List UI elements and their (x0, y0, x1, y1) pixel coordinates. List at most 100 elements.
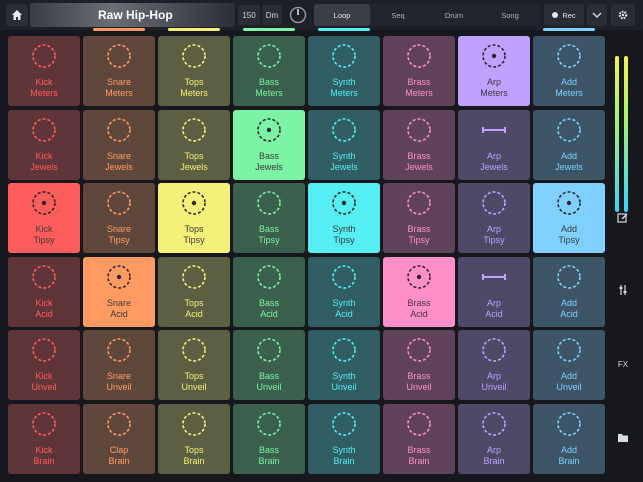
pad-bass-jewels[interactable]: Bass Jewels (233, 109, 305, 180)
pad-tops-meters[interactable]: Tops Meters (158, 36, 230, 106)
pad-kick-meters[interactable]: Kick Meters (8, 36, 80, 106)
settings-button[interactable] (611, 4, 635, 26)
pad-add-meters[interactable]: Add Meters (533, 36, 605, 106)
pad-snare-tipsy[interactable]: Snare Tipsy (83, 183, 155, 253)
tab-loop[interactable]: Loop (314, 4, 370, 26)
pad-kick-brain[interactable]: Kick Brain (8, 403, 80, 474)
pad-ring-icon (257, 338, 281, 362)
pad-add-acid[interactable]: Add Acid (533, 256, 605, 327)
pad-tops-acid[interactable]: Tops Acid (158, 256, 230, 327)
pad-snare-jewels[interactable]: Snare Jewels (83, 109, 155, 180)
pad-snare-brain[interactable]: Clap Brain (83, 403, 155, 474)
pad-instrument-label: Brass (407, 224, 431, 234)
pad-tops-jewels[interactable]: Tops Jewels (158, 109, 230, 180)
pad-tops-unveil[interactable]: Tops Unveil (158, 330, 230, 400)
pad-add-unveil[interactable]: Add Unveil (533, 330, 605, 400)
pad-synth-acid[interactable]: Synth Acid (308, 256, 380, 327)
pad-loop-label: Acid (335, 308, 353, 319)
pad-tops-brain[interactable]: Tops Brain (158, 403, 230, 474)
pad-ring-icon (257, 264, 281, 289)
pad-instrument-label: Add (560, 444, 577, 455)
home-button[interactable] (6, 4, 28, 26)
pad-bass-tipsy[interactable]: Bass Tipsy (233, 183, 305, 253)
pad-loop-label: Jewels (180, 161, 208, 172)
pad-ring-icon (107, 338, 131, 362)
pad-arp-meters[interactable]: Arp Meters (458, 36, 530, 106)
pad-ring-icon (182, 264, 206, 289)
pad-instrument-label: Arp (486, 371, 501, 381)
pad-loop-label: Jewels (255, 161, 283, 172)
pad-add-tipsy[interactable]: Add Tipsy (533, 183, 605, 253)
pad-synth-meters[interactable]: Synth Meters (308, 36, 380, 106)
pad-loop-label: Tipsy (333, 235, 355, 245)
tab-song[interactable]: Song (482, 4, 538, 26)
top-bar: Raw Hip-Hop 150 Dm Loop Seq Drum Song Re… (0, 0, 643, 30)
pad-kick-jewels[interactable]: Kick Jewels (8, 109, 80, 180)
pad-arp-unveil[interactable]: Arp Unveil (458, 330, 530, 400)
master-knob[interactable] (288, 5, 308, 25)
pad-arp-brain[interactable]: Arp Brain (458, 403, 530, 474)
tab-drum[interactable]: Drum (426, 4, 482, 26)
pad-kick-unveil[interactable]: Kick Unveil (8, 330, 80, 400)
tab-seq[interactable]: Seq (370, 4, 426, 26)
pad-loop-label: Tipsy (33, 235, 55, 245)
pad-snare-acid[interactable]: Snare Acid (83, 256, 155, 327)
record-dot-icon (552, 12, 559, 18)
pad-snare-meters[interactable]: Snare Meters (83, 36, 155, 106)
key-display[interactable]: Dm (262, 5, 282, 25)
pad-loop-label: Acid (260, 308, 278, 319)
pad-snare-unveil[interactable]: Snare Unveil (83, 330, 155, 400)
pad-instrument-label: Kick (35, 297, 53, 308)
pad-loop-label: Meters (480, 88, 508, 98)
pad-bass-unveil[interactable]: Bass Unveil (233, 330, 305, 400)
dropdown-button[interactable] (587, 4, 607, 26)
pad-arp-jewels[interactable]: Arp Jewels (458, 109, 530, 180)
pad-kick-acid[interactable]: Kick Acid (8, 256, 80, 327)
pad-loop-label: Meters (180, 88, 208, 98)
pad-synth-jewels[interactable]: Synth Jewels (308, 109, 380, 180)
pad-loop-label: Acid (410, 308, 428, 319)
pad-synth-unveil[interactable]: Synth Unveil (308, 330, 380, 400)
pad-loop-label: Meters (555, 88, 583, 98)
pad-ring-icon (332, 411, 356, 436)
pad-add-brain[interactable]: Add Brain (533, 403, 605, 474)
pad-loop-label: Brain (183, 455, 205, 466)
pad-ring-icon (182, 411, 206, 436)
pad-synth-brain[interactable]: Synth Brain (308, 403, 380, 474)
pad-arp-acid[interactable]: Arp Acid (458, 256, 530, 327)
pad-bass-meters[interactable]: Bass Meters (233, 36, 305, 106)
pad-ring-icon (32, 411, 56, 436)
edit-button[interactable] (613, 208, 633, 228)
pad-loop-label: Jewels (480, 161, 508, 172)
pad-bass-brain[interactable]: Bass Brain (233, 403, 305, 474)
pad-brass-acid[interactable]: Brass Acid (383, 256, 455, 327)
pad-brass-meters[interactable]: Brass Meters (383, 36, 455, 106)
pad-brass-unveil[interactable]: Brass Unveil (383, 330, 455, 400)
pad-loop-label: Unveil (256, 382, 282, 392)
pad-brass-tipsy[interactable]: Brass Tipsy (383, 183, 455, 253)
pad-ring-icon (332, 264, 356, 289)
pad-brass-jewels[interactable]: Brass Jewels (383, 109, 455, 180)
pad-loop-label: Unveil (556, 382, 582, 392)
mixer-button[interactable] (613, 280, 633, 300)
pad-loop-label: Unveil (406, 382, 432, 392)
pad-loop-label: Unveil (331, 382, 357, 392)
pad-brass-brain[interactable]: Brass Brain (383, 403, 455, 474)
pad-ring-icon (407, 411, 431, 436)
pad-tops-tipsy[interactable]: Tops Tipsy (158, 183, 230, 253)
project-title-banner[interactable]: Raw Hip-Hop (30, 3, 235, 27)
pad-add-jewels[interactable]: Add Jewels (533, 109, 605, 180)
tempo-display[interactable]: 150 (238, 5, 260, 25)
fx-button[interactable]: FX (613, 354, 633, 374)
pad-kick-tipsy[interactable]: Kick Tipsy (8, 183, 80, 253)
pad-loop-label: Acid (485, 308, 503, 319)
pad-loop-label: Brain (33, 455, 55, 466)
browser-button[interactable] (613, 427, 633, 447)
pad-arp-tipsy[interactable]: Arp Tipsy (458, 183, 530, 253)
pad-synth-tipsy[interactable]: Synth Tipsy (308, 183, 380, 253)
pad-bass-acid[interactable]: Bass Acid (233, 256, 305, 327)
record-button[interactable]: Rec (544, 4, 584, 26)
pad-loop-label: Jewels (555, 161, 583, 172)
pad-loop-label: Brain (558, 455, 580, 466)
pad-ring-icon (407, 338, 431, 362)
